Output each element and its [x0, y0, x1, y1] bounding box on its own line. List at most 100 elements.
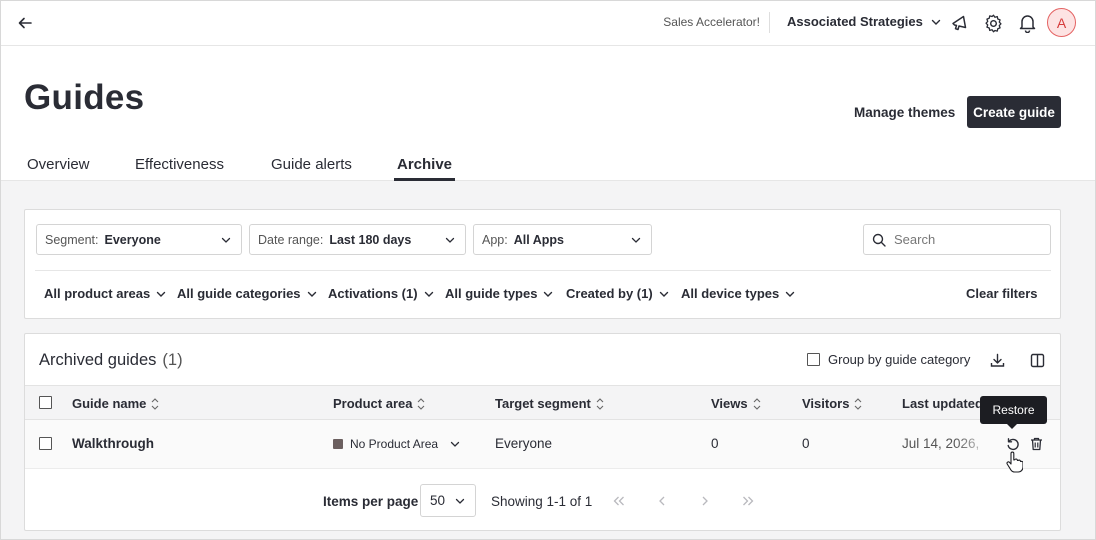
search-input[interactable]: Search — [863, 224, 1051, 255]
product-area-color — [333, 439, 343, 449]
column-guide-name[interactable]: Guide name — [72, 396, 159, 411]
hand-cursor-icon — [1006, 451, 1023, 473]
trial-link[interactable]: Sales Accelerator! — [663, 15, 760, 29]
filter-divider — [35, 270, 1051, 271]
back-arrow-icon[interactable] — [14, 12, 36, 34]
column-views[interactable]: Views — [711, 396, 761, 411]
date-range-select[interactable]: Date range: Last 180 days — [249, 224, 466, 255]
page-title: Guides — [24, 78, 145, 117]
group-by-category-toggle[interactable]: Group by guide category — [807, 352, 970, 367]
table-row[interactable]: Walkthrough No Product Area Everyone 0 0… — [25, 420, 1060, 469]
items-per-page-label: Items per page — [323, 494, 419, 509]
chevron-down-icon — [424, 291, 433, 297]
row-fade — [955, 420, 1005, 468]
column-label: Visitors — [802, 396, 850, 411]
card-count: (1) — [162, 351, 183, 369]
guide-name-link[interactable]: Walkthrough — [72, 436, 154, 451]
chip-label: Activations (1) — [328, 286, 418, 301]
card-title-text: Archived guides — [39, 351, 157, 369]
column-label: Views — [711, 396, 748, 411]
last-page-icon[interactable] — [739, 492, 757, 510]
account-switcher[interactable]: Associated Strategies — [787, 14, 941, 29]
gear-icon[interactable] — [981, 11, 1005, 35]
chevron-down-icon — [445, 237, 455, 243]
column-last-updated[interactable]: Last updated — [902, 396, 983, 411]
app-value: All Apps — [513, 232, 564, 247]
target-segment-value: Everyone — [495, 436, 553, 451]
sort-icon — [418, 397, 425, 410]
chevron-down-icon — [455, 498, 465, 504]
segment-label: Segment: — [45, 232, 99, 247]
bell-icon[interactable] — [1015, 11, 1039, 35]
account-name: Associated Strategies — [787, 14, 923, 29]
date-range-value: Last 180 days — [329, 232, 412, 247]
column-label: Target segment — [495, 396, 591, 411]
items-per-page-value: 50 — [430, 493, 446, 508]
chip-label: All device types — [681, 286, 780, 301]
chip-label: All guide types — [445, 286, 538, 301]
column-product-area[interactable]: Product area — [333, 396, 425, 411]
column-target-segment[interactable]: Target segment — [495, 396, 604, 411]
chip-label: Created by (1) — [566, 286, 653, 301]
top-bar: Sales Accelerator! Associated Strategies… — [0, 0, 1096, 46]
chevron-down-icon — [631, 237, 641, 243]
chevron-down-icon — [659, 291, 668, 297]
column-label: Guide name — [72, 396, 147, 411]
product-area-value: No Product Area — [350, 437, 439, 451]
avatar[interactable]: A — [1047, 8, 1076, 37]
chevron-down-icon — [157, 291, 166, 297]
columns-icon[interactable] — [1026, 349, 1048, 371]
segment-value: Everyone — [104, 232, 161, 247]
chip-label: All product areas — [44, 286, 151, 301]
column-visitors[interactable]: Visitors — [802, 396, 862, 411]
guide-types-filter[interactable]: All guide types — [445, 286, 553, 301]
table-header: Guide name Product area Target segment V… — [25, 385, 1060, 420]
tab-guide-alerts[interactable]: Guide alerts — [271, 156, 352, 181]
trash-icon[interactable] — [1027, 435, 1045, 453]
card-title: Archived guides (1) — [39, 351, 183, 370]
product-areas-filter[interactable]: All product areas — [44, 286, 166, 301]
tab-overview[interactable]: Overview — [27, 156, 90, 181]
guide-categories-filter[interactable]: All guide categories — [177, 286, 317, 301]
app-label: App: — [482, 232, 508, 247]
chevron-down-icon — [931, 19, 941, 25]
chevron-down-icon — [221, 237, 231, 243]
search-icon — [872, 233, 886, 247]
first-page-icon[interactable] — [610, 492, 628, 510]
next-page-icon[interactable] — [696, 492, 714, 510]
filter-panel: Segment: Everyone Date range: Last 180 d… — [24, 209, 1061, 319]
tab-effectiveness[interactable]: Effectiveness — [135, 156, 224, 181]
app-select[interactable]: App: All Apps — [473, 224, 652, 255]
group-checkbox[interactable] — [807, 353, 820, 366]
restore-tooltip: Restore — [980, 396, 1047, 429]
chevron-down-icon — [786, 291, 795, 297]
chevron-down-icon — [544, 291, 553, 297]
tab-archive[interactable]: Archive — [394, 156, 456, 181]
device-types-filter[interactable]: All device types — [681, 286, 795, 301]
search-placeholder: Search — [894, 232, 936, 247]
announcement-icon[interactable] — [947, 11, 971, 35]
activations-filter[interactable]: Activations (1) — [328, 286, 434, 301]
created-by-filter[interactable]: Created by (1) — [566, 286, 669, 301]
select-all-checkbox[interactable] — [39, 396, 52, 409]
topbar-divider — [769, 12, 770, 33]
sort-icon — [855, 397, 862, 410]
tab-bar: Overview Effectiveness Guide alerts Arch… — [0, 148, 1096, 181]
items-per-page-select[interactable]: 50 — [420, 484, 476, 517]
chevron-down-icon — [450, 441, 460, 447]
views-value: 0 — [711, 436, 719, 451]
showing-range: Showing 1-1 of 1 — [491, 494, 593, 509]
sort-icon — [152, 397, 159, 410]
chip-label: All guide categories — [177, 286, 301, 301]
download-icon[interactable] — [986, 349, 1008, 371]
manage-themes-button[interactable]: Manage themes — [846, 96, 963, 128]
prev-page-icon[interactable] — [653, 492, 671, 510]
clear-filters-button[interactable]: Clear filters — [966, 286, 1038, 301]
column-label: Product area — [333, 396, 413, 411]
segment-select[interactable]: Segment: Everyone — [36, 224, 242, 255]
product-area-select[interactable]: No Product Area — [333, 437, 460, 451]
archived-guides-card: Archived guides (1) Group by guide catego… — [24, 333, 1061, 531]
create-guide-button[interactable]: Create guide — [967, 96, 1061, 128]
row-checkbox[interactable] — [39, 437, 52, 450]
column-label: Last updated — [902, 396, 983, 411]
